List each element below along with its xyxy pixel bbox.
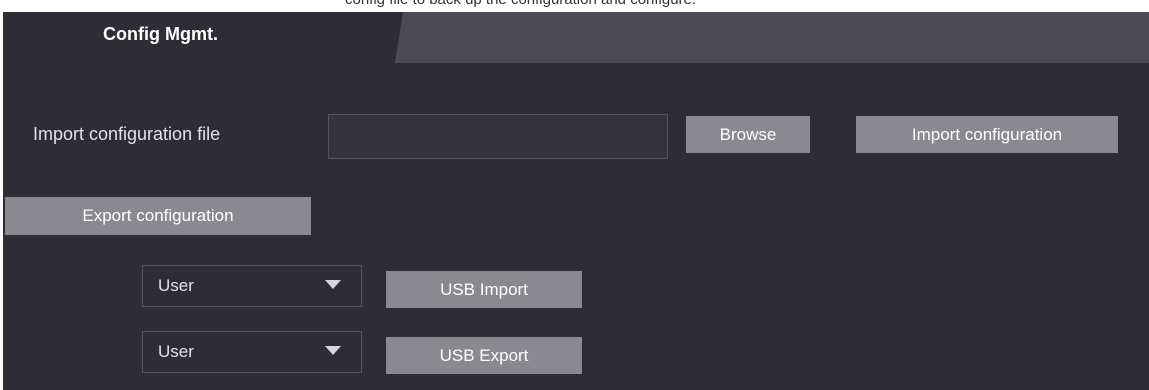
- top-clipped-text-strip: config file to back up the configuration…: [0, 0, 1149, 12]
- import-file-path-input[interactable]: [328, 114, 668, 159]
- import-config-file-label: Import configuration file: [33, 124, 221, 144]
- caret-down-icon: [325, 346, 341, 355]
- tab-config-mgmt[interactable]: Config Mgmt.: [3, 12, 403, 63]
- usb-import-type-value: User: [158, 276, 194, 295]
- usb-export-button[interactable]: USB Export: [386, 337, 582, 374]
- tab-bar: Config Mgmt.: [3, 12, 1149, 63]
- usb-import-button[interactable]: USB Import: [386, 271, 582, 308]
- usb-export-type-select[interactable]: User: [142, 331, 362, 373]
- usb-export-type-value: User: [158, 342, 194, 361]
- caret-down-icon: [325, 280, 341, 289]
- usb-import-type-select[interactable]: User: [142, 265, 362, 307]
- export-configuration-button[interactable]: Export configuration: [5, 197, 311, 235]
- top-clipped-text: config file to back up the configuration…: [345, 0, 696, 8]
- browse-button[interactable]: Browse: [686, 116, 810, 153]
- tab-config-mgmt-label: Config Mgmt.: [103, 24, 218, 44]
- import-configuration-button[interactable]: Import configuration: [856, 116, 1118, 153]
- config-management-panel: Config Mgmt. Import configuration file B…: [3, 12, 1149, 390]
